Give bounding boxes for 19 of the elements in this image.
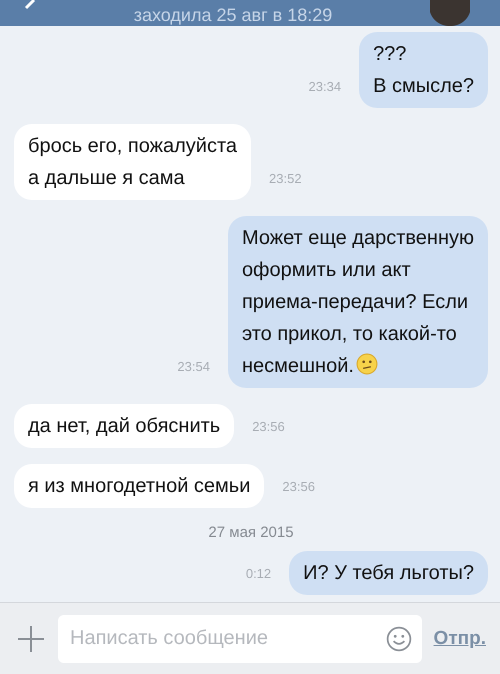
message-bubble: брось его, пожалуйста а дальше я сама [14, 124, 252, 200]
message-bubble: да нет, дай обяснить [14, 404, 234, 448]
message-time: 0:12 [244, 566, 272, 583]
smiley-icon[interactable] [386, 626, 412, 652]
message-time: 23:56 [281, 479, 316, 496]
avatar-icon[interactable] [430, 0, 470, 26]
send-link[interactable]: Отпр. [434, 628, 486, 650]
message-time: 23:54 [176, 359, 211, 376]
last-seen-status: заходила 25 авг в 18:29 [134, 4, 332, 26]
message-bubble: ??? В смысле? [359, 32, 488, 108]
message-bubble: И? У тебя льготы? [289, 551, 488, 595]
message-time: 23:52 [268, 171, 303, 188]
message-bubble: Может еще дарственную оформить или акт приема-передачи? Если это прикол, то какой-то несмешной. [228, 216, 488, 388]
message-input-field[interactable]: Написать сообщение [58, 614, 422, 662]
date-separator: 27 мая 2015 [207, 524, 295, 541]
message-time: 23:34 [308, 79, 342, 96]
message-bubble: я из многодетной семьи [14, 464, 264, 508]
add-attachment-icon[interactable] [16, 624, 46, 654]
message-time: 23:56 [251, 419, 286, 436]
